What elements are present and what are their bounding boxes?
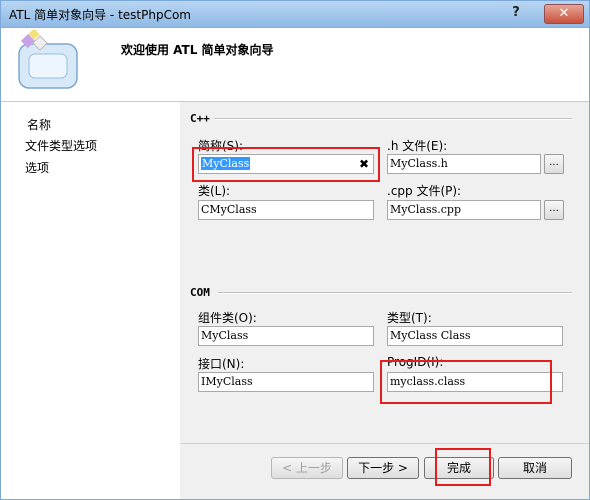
h-file-browse-button[interactable]: ... <box>544 154 564 174</box>
cpp-group-divider <box>214 118 572 120</box>
interface-label: 接口(N): <box>198 357 245 371</box>
class-input[interactable]: CMyClass <box>198 200 374 220</box>
header-title: 欢迎使用 ATL 简单对象向导 <box>121 43 274 57</box>
class-label: 类(L): <box>198 184 231 198</box>
footer-divider <box>180 443 589 444</box>
cpp-group-label: C++ <box>190 112 210 125</box>
window-title: ATL 简单对象向导 - testPhpCom <box>9 8 191 22</box>
cpp-file-browse-button[interactable]: ... <box>544 200 564 220</box>
title-bar: ATL 简单对象向导 - testPhpCom ? ✕ <box>1 1 589 28</box>
nav-item-options[interactable]: 选项 <box>25 159 49 176</box>
close-button[interactable]: ✕ <box>544 4 584 24</box>
wizard-header: 欢迎使用 ATL 简单对象向导 <box>1 28 589 102</box>
h-file-input[interactable]: MyClass.h <box>387 154 541 174</box>
coclass-input[interactable]: MyClass <box>198 326 374 346</box>
interface-input[interactable]: IMyClass <box>198 372 374 392</box>
coclass-label: 组件类(O): <box>198 311 257 325</box>
cpp-file-label: .cpp 文件(P): <box>387 184 462 198</box>
highlight-box-finish <box>435 448 491 486</box>
cpp-file-input[interactable]: MyClass.cpp <box>387 200 541 220</box>
help-button[interactable]: ? <box>502 4 530 22</box>
h-file-label: .h 文件(E): <box>387 139 448 153</box>
wizard-window: ATL 简单对象向导 - testPhpCom ? ✕ 欢迎使用 ATL 简单对… <box>0 0 590 500</box>
highlight-box-progid <box>380 360 552 404</box>
prev-button[interactable]: < 上一步 <box>271 457 343 479</box>
cancel-button[interactable]: 取消 <box>498 457 572 479</box>
com-group-divider <box>218 292 572 294</box>
next-button[interactable]: 下一步 > <box>347 457 419 479</box>
nav-item-file-type-options[interactable]: 文件类型选项 <box>25 137 97 154</box>
nav-item-name[interactable]: 名称 <box>27 116 51 133</box>
wizard-icon <box>18 30 78 89</box>
type-label: 类型(T): <box>387 311 432 325</box>
highlight-box-short-name <box>192 147 380 182</box>
main-panel: C++ 简称(S): MyClass ✖ .h 文件(E): MyClass.h… <box>180 102 589 499</box>
com-group-label: COM <box>190 286 210 299</box>
left-nav: 名称 文件类型选项 选项 <box>1 102 179 499</box>
type-input[interactable]: MyClass Class <box>387 326 563 346</box>
